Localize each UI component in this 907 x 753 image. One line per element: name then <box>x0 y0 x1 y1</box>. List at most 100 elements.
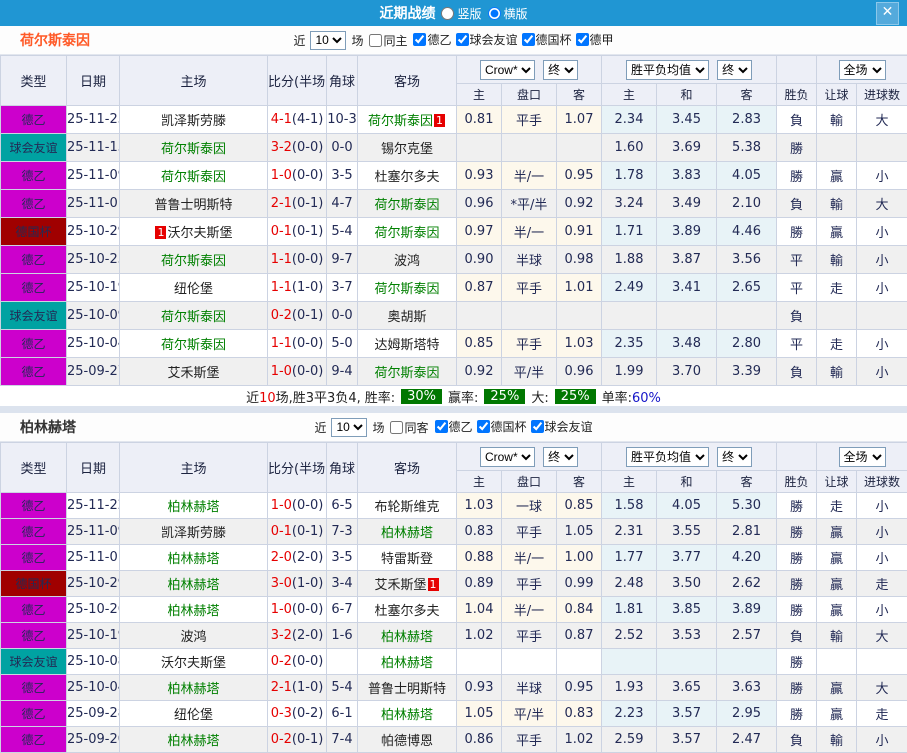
team-cell: 纽伦堡 <box>120 274 268 302</box>
same-venue-checkbox[interactable] <box>390 421 403 434</box>
euro-odds-cell: 3.89 <box>717 597 777 623</box>
col-date: 日期 <box>67 443 120 493</box>
asian-odds-cell: 1.07 <box>557 106 602 134</box>
corner-cell: 1-6 <box>327 623 358 649</box>
euro-odds-cell: 3.24 <box>602 190 657 218</box>
euro-odds-cell: 3.85 <box>657 597 717 623</box>
subcol-进球数: 进球数 <box>857 471 907 493</box>
asian-odds-cell: 0.85 <box>557 493 602 519</box>
league-filter-德乙[interactable]: 德乙 <box>413 31 451 48</box>
handicap-rate-badge: 25% <box>484 389 525 404</box>
avg-select[interactable]: 胜平负均值 <box>626 447 709 467</box>
score-cell: 2-1(1-0) <box>268 675 327 701</box>
record-summary: 近10场,胜3平3负4, 胜率:30% 赢率:25% 大:25% 单率:60% <box>0 386 907 406</box>
vertical-radio[interactable] <box>441 7 454 20</box>
col-away: 客场 <box>358 443 457 493</box>
scope-select[interactable]: 全场 <box>839 447 886 467</box>
league-checkbox[interactable] <box>435 420 448 433</box>
league-checkbox[interactable] <box>456 33 469 46</box>
final-select-2[interactable]: 终 <box>717 60 752 80</box>
close-icon[interactable]: ✕ <box>876 2 899 25</box>
same-venue-filter[interactable]: 同客 <box>390 419 428 436</box>
euro-odds-cell <box>717 302 777 330</box>
date-cell: 25-11-01 <box>67 545 120 571</box>
final-select[interactable]: 终 <box>543 60 578 80</box>
score-cell: 0-1(0-1) <box>268 519 327 545</box>
layout-radio-horizontal[interactable]: 横版 <box>488 5 528 22</box>
team-cell: 荷尔斯泰因 <box>358 218 457 246</box>
subcol-盘口: 盘口 <box>502 471 557 493</box>
euro-odds-cell: 5.30 <box>717 493 777 519</box>
match-count-select[interactable]: 10 <box>310 31 346 50</box>
result-cell: 走 <box>857 701 907 727</box>
asian-odds-cell: 半球 <box>502 246 557 274</box>
date-cell: 25-10-19 <box>67 623 120 649</box>
team-cell: 布轮斯维克 <box>358 493 457 519</box>
match-row: 德国杯25-10-29柏林赫塔3-0(1-0)3-4艾禾斯堡10.89平手0.9… <box>1 571 907 597</box>
score-cell: 1-1(0-0) <box>268 246 327 274</box>
result-cell: 輸 <box>817 106 857 134</box>
bookmaker-select[interactable]: Crow* <box>480 60 535 80</box>
bookmaker-select[interactable]: Crow* <box>480 447 535 467</box>
subcol-客: 客 <box>717 471 777 493</box>
result-cell: 贏 <box>817 162 857 190</box>
euro-odds-cell: 3.56 <box>717 246 777 274</box>
result-cell: 贏 <box>817 701 857 727</box>
final-select[interactable]: 终 <box>543 447 578 467</box>
team-cell: 沃尔夫斯堡 <box>120 649 268 675</box>
corner-cell: 6-7 <box>327 597 358 623</box>
corner-cell: 5-4 <box>327 675 358 701</box>
asian-odds-cell: 0.84 <box>557 597 602 623</box>
subcol-客: 客 <box>557 471 602 493</box>
euro-odds-cell: 3.70 <box>657 358 717 386</box>
result-cell <box>857 649 907 675</box>
filter-bar: 近 10 场 同客 德乙德国杯球会友谊 <box>314 418 592 437</box>
asian-odds-cell: 0.89 <box>457 571 502 597</box>
league-checkbox[interactable] <box>522 33 535 46</box>
league-filter-德乙[interactable]: 德乙 <box>435 418 473 435</box>
avg-select[interactable]: 胜平负均值 <box>626 60 709 80</box>
subcol-让球: 让球 <box>817 84 857 106</box>
score-cell: 2-0(2-0) <box>268 545 327 571</box>
result-cell: 大 <box>857 675 907 701</box>
result-cell: 勝 <box>777 134 817 162</box>
result-cell: 平 <box>777 246 817 274</box>
league-filter-德甲[interactable]: 德甲 <box>576 31 614 48</box>
team-cell: 柏林赫塔 <box>120 675 268 701</box>
result-cell: 勝 <box>777 597 817 623</box>
team-cell: 柏林赫塔 <box>358 649 457 675</box>
league-filter-德国杯[interactable]: 德国杯 <box>477 418 527 435</box>
match-count-select[interactable]: 10 <box>331 418 367 437</box>
final-select-2[interactable]: 终 <box>717 447 752 467</box>
section-divider <box>0 406 907 413</box>
layout-radio-vertical[interactable]: 竖版 <box>441 5 481 22</box>
asian-odds-cell: 0.85 <box>457 330 502 358</box>
result-cell <box>817 302 857 330</box>
euro-odds-cell <box>717 649 777 675</box>
red-card-badge: 1 <box>155 226 166 239</box>
horizontal-radio[interactable] <box>488 7 501 20</box>
league-type-cell: 德乙 <box>1 190 67 218</box>
scope-select[interactable]: 全场 <box>839 60 886 80</box>
league-checkbox[interactable] <box>413 33 426 46</box>
score-cell: 0-2(0-0) <box>268 649 327 675</box>
league-checkbox[interactable] <box>531 420 544 433</box>
league-type-cell: 德乙 <box>1 358 67 386</box>
subcol-主: 主 <box>457 84 502 106</box>
over-rate-badge: 25% <box>555 389 596 404</box>
asian-odds-cell: 0.95 <box>557 162 602 190</box>
match-row: 德乙25-10-26柏林赫塔1-0(0-0)6-7杜塞尔多夫1.04半/一0.8… <box>1 597 907 623</box>
team-cell: 奥胡斯 <box>358 302 457 330</box>
date-cell: 25-10-08 <box>67 649 120 675</box>
league-checkbox[interactable] <box>477 420 490 433</box>
league-filters: 德乙球会友谊德国杯德甲 <box>409 31 613 49</box>
league-filter-球会友谊[interactable]: 球会友谊 <box>531 418 593 435</box>
result-cell: 輸 <box>817 190 857 218</box>
league-filter-球会友谊[interactable]: 球会友谊 <box>456 31 518 48</box>
corner-cell: 0-0 <box>327 134 358 162</box>
league-checkbox[interactable] <box>576 33 589 46</box>
league-filter-德国杯[interactable]: 德国杯 <box>522 31 572 48</box>
euro-odds-cell: 2.83 <box>717 106 777 134</box>
same-venue-checkbox[interactable] <box>369 34 382 47</box>
same-venue-filter[interactable]: 同主 <box>369 32 407 49</box>
